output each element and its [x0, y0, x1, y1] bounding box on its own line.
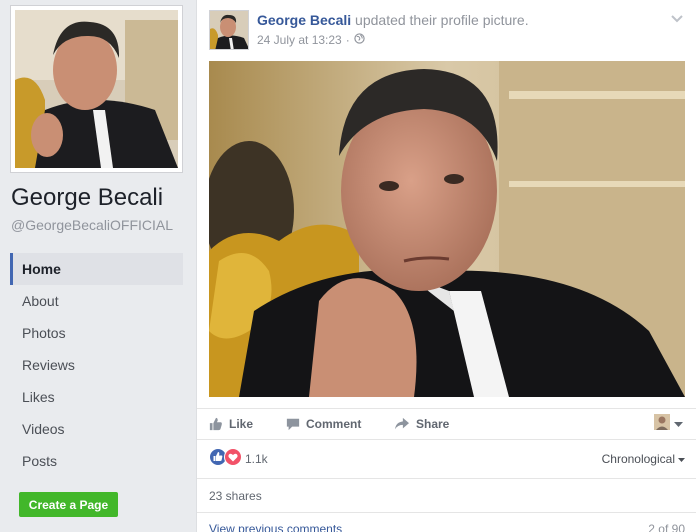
comment-pager: 2 of 90	[648, 522, 685, 532]
post-author-avatar[interactable]	[209, 10, 249, 50]
post-timestamp[interactable]: 24 July at 13:23	[257, 33, 342, 47]
view-previous-comments-link[interactable]: View previous comments	[209, 522, 342, 532]
shares-count[interactable]: 23 shares	[209, 489, 262, 503]
nav-item-videos[interactable]: Videos	[10, 413, 183, 445]
comment-label: Comment	[306, 417, 362, 431]
page-handle[interactable]: @GeorgeBecaliOFFICIAL	[11, 217, 173, 233]
reaction-count[interactable]: 1.1k	[245, 452, 268, 466]
nav-item-reviews[interactable]: Reviews	[10, 349, 183, 381]
post-headline: George Becali updated their profile pict…	[257, 12, 529, 28]
profile-photo	[15, 10, 178, 168]
thumbs-up-icon	[209, 417, 223, 431]
nav-item-photos[interactable]: Photos	[10, 317, 183, 349]
dropdown-caret-icon	[678, 452, 685, 466]
globe-icon[interactable]	[354, 33, 365, 47]
post-action-bar: Like Comment Share	[197, 408, 696, 440]
nav-item-likes[interactable]: Likes	[10, 381, 183, 413]
post-card: George Becali updated their profile pict…	[196, 0, 696, 532]
post-meta: 24 July at 13:23 ·	[257, 33, 365, 47]
post-action-text: updated their profile picture.	[355, 12, 529, 28]
comment-order-dropdown[interactable]: Chronological	[602, 452, 685, 466]
viewer-avatar-icon	[654, 413, 670, 435]
post-as-switcher[interactable]	[654, 409, 683, 439]
post-author-link[interactable]: George Becali	[257, 12, 351, 28]
share-arrow-icon	[394, 417, 410, 431]
page-sidebar: George Becali @GeorgeBecaliOFFICIAL Home…	[0, 0, 196, 532]
nav-item-about[interactable]: About	[10, 285, 183, 317]
like-button[interactable]: Like	[209, 409, 253, 439]
meta-separator: ·	[345, 33, 350, 47]
post-options-chevron-icon[interactable]	[669, 12, 685, 24]
reaction-icons[interactable]	[209, 447, 242, 471]
create-page-button[interactable]: Create a Page	[19, 492, 118, 517]
reactions-row: 1.1k Chronological	[197, 441, 696, 477]
love-reaction-icon	[224, 447, 242, 471]
comment-icon	[286, 417, 300, 431]
page-name[interactable]: George Becali	[11, 184, 163, 212]
caret-down-icon	[674, 415, 683, 433]
nav-item-posts[interactable]: Posts	[10, 445, 183, 477]
shares-row: 23 shares	[197, 478, 696, 512]
nav-item-home[interactable]: Home	[10, 253, 183, 285]
profile-picture[interactable]	[10, 5, 183, 173]
like-label: Like	[229, 417, 254, 431]
page-nav: Home About Photos Reviews Likes Videos P…	[10, 253, 183, 477]
post-header: George Becali updated their profile pict…	[197, 0, 696, 58]
comments-row: View previous comments 2 of 90	[197, 512, 696, 532]
share-label: Share	[416, 417, 450, 431]
comment-order-label: Chronological	[601, 452, 675, 466]
post-photo[interactable]	[209, 61, 685, 397]
comment-button[interactable]: Comment	[286, 409, 361, 439]
share-button[interactable]: Share	[394, 409, 449, 439]
